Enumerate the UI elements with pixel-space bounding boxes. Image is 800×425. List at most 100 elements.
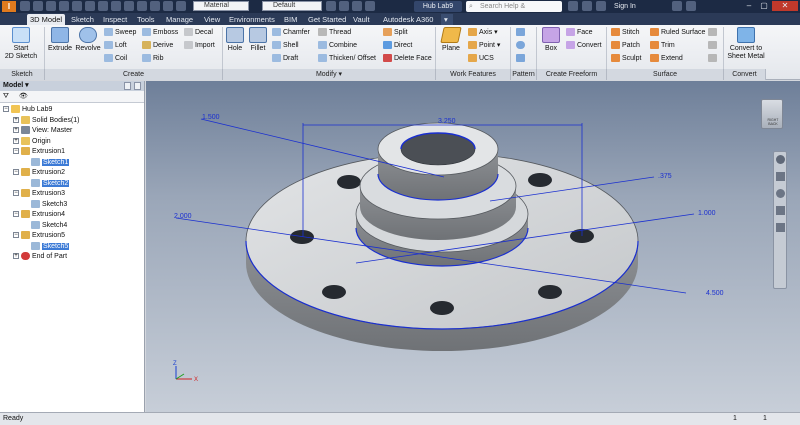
ucs-button[interactable]: UCS xyxy=(468,54,494,63)
sweep-button[interactable]: Sweep xyxy=(104,28,136,37)
browser-title[interactable]: Model ▾ xyxy=(3,82,29,89)
dim-label[interactable]: 3.250 xyxy=(438,118,456,125)
plane-button[interactable]: Plane xyxy=(439,27,463,53)
direct-button[interactable]: Direct xyxy=(383,41,412,50)
browser-add-icon[interactable] xyxy=(124,82,131,90)
panel-pattern-label[interactable]: Pattern xyxy=(511,69,537,80)
shell-button[interactable]: Shell xyxy=(272,41,299,50)
convert-to-sheet-metal-button[interactable]: Convert to Sheet Metal xyxy=(726,27,766,61)
tab-3d-model[interactable]: 3D Model xyxy=(27,14,66,25)
panel-sketch-label[interactable]: Sketch xyxy=(0,69,45,80)
tab-manage[interactable]: Manage xyxy=(163,14,196,25)
print-icon[interactable] xyxy=(98,1,108,11)
a360-icon[interactable] xyxy=(568,1,578,11)
app-logo[interactable]: I xyxy=(2,1,16,12)
viewcube[interactable]: RIGHT BACK xyxy=(761,99,783,129)
face-button[interactable]: Face xyxy=(566,28,593,37)
minimize-icon[interactable]: – xyxy=(742,1,756,11)
tree-node-view-master[interactable]: + View: Master xyxy=(13,126,72,136)
tab-environments[interactable]: Environments xyxy=(226,14,278,25)
circular-pattern-button[interactable] xyxy=(516,41,527,50)
customize-icon[interactable] xyxy=(365,1,375,11)
panel-create-label[interactable]: Create xyxy=(45,69,223,80)
start-2d-sketch-button[interactable]: Start 2D Sketch xyxy=(4,27,38,61)
rectangular-pattern-button[interactable] xyxy=(516,28,527,37)
pan-icon[interactable] xyxy=(775,172,785,181)
delete-face-button[interactable]: Delete Face xyxy=(383,54,432,63)
extrude-button[interactable]: Extrude xyxy=(47,27,73,53)
import-button[interactable]: Import xyxy=(184,41,215,50)
panel-freeform-label[interactable]: Create Freeform xyxy=(537,69,607,80)
dim-label[interactable]: 1.000 xyxy=(698,210,716,217)
user-icon[interactable] xyxy=(596,1,606,11)
save-icon[interactable] xyxy=(46,1,56,11)
graphics-viewport[interactable]: 1.500 3.250 .375 2.000 1.000 4.500 Z X R… xyxy=(146,81,800,412)
ruled-surface-button[interactable]: Ruled Surface xyxy=(650,28,705,37)
select-icon[interactable] xyxy=(124,1,134,11)
tree-node-end-of-part[interactable]: + End of Part xyxy=(13,252,67,262)
steering-wheel-icon[interactable] xyxy=(775,155,785,164)
undo-icon[interactable] xyxy=(59,1,69,11)
expand-icon[interactable]: − xyxy=(13,190,19,197)
measure-icon[interactable] xyxy=(150,1,160,11)
axis-button[interactable]: Axis ▾ xyxy=(468,28,498,37)
material-dropdown[interactable]: Material xyxy=(193,1,249,11)
tree-node-sketch4[interactable]: Sketch4 xyxy=(23,220,67,231)
sign-in-link[interactable]: Sign In xyxy=(614,0,636,13)
tree-node-sketch3[interactable]: Sketch3 xyxy=(23,199,67,210)
dim-label[interactable]: 1.500 xyxy=(202,114,220,121)
point-button[interactable]: Point ▾ xyxy=(468,41,500,50)
expand-icon[interactable]: − xyxy=(13,148,19,155)
filter-icon[interactable]: ⛛ xyxy=(3,93,9,100)
emboss-button[interactable]: Emboss xyxy=(142,28,178,37)
loft-button[interactable]: Loft xyxy=(104,41,127,50)
tree-node-sketch1[interactable]: Sketch1 xyxy=(23,157,70,168)
tab-get-started[interactable]: Get Started xyxy=(305,14,349,25)
surface-extra-3[interactable] xyxy=(708,54,719,63)
maximize-icon[interactable]: ▢ xyxy=(757,1,771,11)
tab-view[interactable]: View xyxy=(201,14,223,25)
tab-bim[interactable]: BIM xyxy=(281,14,300,25)
star-icon[interactable] xyxy=(582,1,592,11)
tree-node-sketch2[interactable]: Sketch2 xyxy=(23,178,70,189)
box-button[interactable]: Box xyxy=(540,27,562,53)
tab-sketch[interactable]: Sketch xyxy=(68,14,97,25)
expand-icon[interactable]: − xyxy=(3,106,9,113)
sketch-icon[interactable] xyxy=(163,1,173,11)
tab-vault[interactable]: Vault xyxy=(350,14,373,25)
ribbon-collapse-icon[interactable]: ▾ xyxy=(441,14,453,25)
surface-extra-2[interactable] xyxy=(708,41,719,50)
expand-icon[interactable]: − xyxy=(13,232,19,239)
tree-node-hub-lab9[interactable]: − Hub Lab9 xyxy=(3,105,52,115)
close-icon[interactable]: ✕ xyxy=(772,1,798,11)
fx-icon[interactable] xyxy=(352,1,362,11)
adjust-icon[interactable] xyxy=(339,1,349,11)
expand-icon[interactable]: + xyxy=(13,253,19,260)
tree-node-extrusion3[interactable]: − Extrusion3 xyxy=(13,189,65,199)
look-at-icon[interactable] xyxy=(775,223,785,232)
expand-icon[interactable]: − xyxy=(13,211,19,218)
redo-icon[interactable] xyxy=(72,1,82,11)
trim-button[interactable]: Trim xyxy=(650,41,675,50)
surface-extra-1[interactable] xyxy=(708,28,719,37)
extend-button[interactable]: Extend xyxy=(650,54,683,63)
browser-help-icon[interactable] xyxy=(134,82,141,90)
fillet-button[interactable]: Fillet xyxy=(247,27,269,53)
hole-button[interactable]: Hole xyxy=(225,27,245,53)
tree-node-sketch5[interactable]: Sketch5 xyxy=(23,241,70,252)
search-input[interactable]: ⌕Search Help & Commands... xyxy=(466,1,562,21)
draft-button[interactable]: Draft xyxy=(272,54,298,63)
combine-button[interactable]: Combine xyxy=(318,41,357,50)
home-icon[interactable] xyxy=(85,1,95,11)
tab-autodesk-a360[interactable]: Autodesk A360 xyxy=(380,14,436,25)
clear-appearance-icon[interactable] xyxy=(326,1,336,11)
expand-icon[interactable]: + xyxy=(13,127,19,134)
stitch-button[interactable]: Stitch xyxy=(611,28,640,37)
exchange-icon[interactable] xyxy=(672,1,682,11)
derive-button[interactable]: Derive xyxy=(142,41,173,50)
thread-button[interactable]: Thread xyxy=(318,28,351,37)
dim-label[interactable]: .375 xyxy=(658,173,672,180)
tree-node-extrusion5[interactable]: − Extrusion5 xyxy=(13,231,65,241)
rib-button[interactable]: Rib xyxy=(142,54,164,63)
convert-freeform-button[interactable]: Convert xyxy=(566,41,602,50)
